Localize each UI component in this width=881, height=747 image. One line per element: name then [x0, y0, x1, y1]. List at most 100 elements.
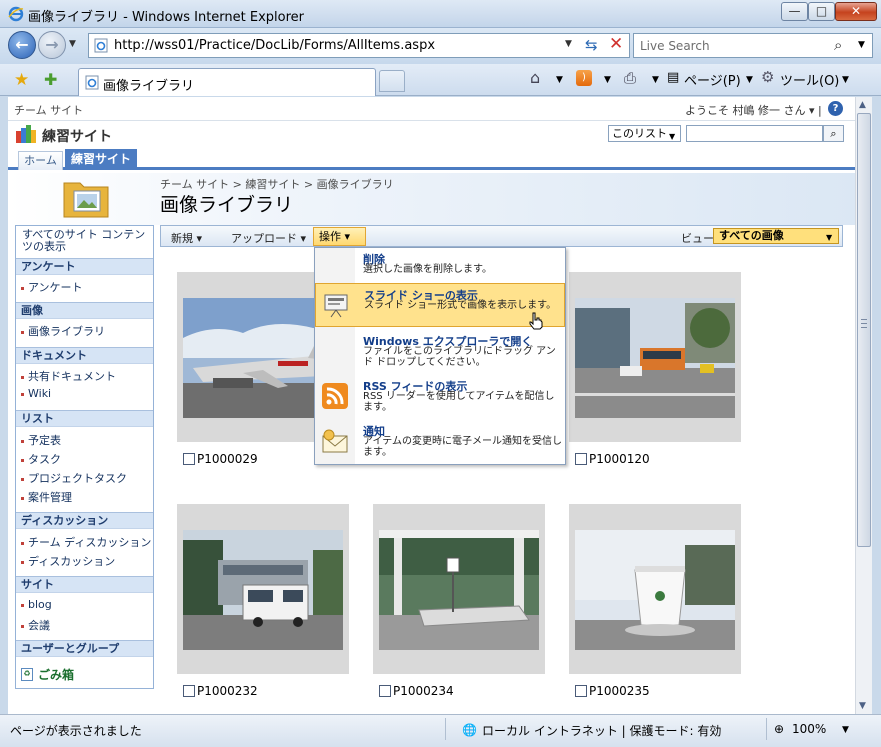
image-name[interactable]: P1000120 [589, 452, 650, 466]
favorites-star-icon[interactable]: ★ [14, 70, 29, 90]
image-item[interactable]: P1000232 [183, 684, 258, 698]
refresh-icon[interactable]: ⇆ [585, 36, 598, 54]
new-tab-button[interactable] [379, 70, 405, 92]
back-button[interactable]: ← [8, 31, 36, 59]
scroll-down-icon[interactable]: ▼ [859, 701, 866, 711]
image-name[interactable]: P1000029 [197, 452, 258, 466]
page-menu-icon[interactable]: ▤ [667, 70, 679, 85]
minimize-button[interactable]: — [781, 2, 808, 21]
select-checkbox[interactable] [575, 453, 587, 465]
recycle-bin-link[interactable]: ♻ ごみ箱 [21, 666, 74, 683]
nav-head-lists[interactable]: リスト [16, 410, 153, 427]
close-button[interactable]: ✕ [835, 2, 877, 21]
select-checkbox[interactable] [183, 685, 195, 697]
menu-item-alert-me[interactable]: 通知 アイテムの変更時に電子メール通知を受信します。 [315, 420, 565, 464]
printer-icon[interactable]: ⎙ [624, 69, 636, 87]
image-name[interactable]: P1000232 [197, 684, 258, 698]
page-menu-button[interactable]: ページ(P) [684, 70, 741, 89]
maximize-button[interactable]: □ [808, 2, 835, 21]
menu-item-open-in-explorer[interactable]: Windows エクスプローラで開く ファイルをこのライブラリにドラッグ アンド… [315, 330, 565, 374]
nav-head-discussions[interactable]: ディスカッション [16, 512, 153, 529]
rss-feed-icon[interactable]: ) [576, 70, 592, 86]
team-site-link[interactable]: チーム サイト [14, 102, 83, 118]
search-icon[interactable]: ⌕ [834, 36, 842, 54]
image-thumbnail[interactable] [569, 504, 741, 674]
tab-home[interactable]: ホーム [18, 151, 63, 170]
site-name[interactable]: 練習サイト [42, 126, 112, 146]
site-search-input[interactable] [686, 125, 823, 142]
security-zone[interactable]: ローカル イントラネット | 保護モード: 有効 [482, 722, 721, 739]
select-checkbox[interactable] [183, 453, 195, 465]
nav-head-documents[interactable]: ドキュメント [16, 347, 153, 364]
image-item[interactable]: P1000120 [575, 452, 650, 466]
recent-pages-dropdown-icon[interactable]: ▼ [69, 39, 76, 49]
image-thumbnail[interactable] [177, 504, 349, 674]
nav-item-blog[interactable]: blog [21, 598, 52, 611]
help-icon[interactable]: ? [828, 101, 843, 116]
zoom-dropdown-icon[interactable]: ▼ [842, 725, 849, 735]
arrow-left-icon: ← [15, 35, 29, 54]
gear-icon[interactable]: ⚙ [761, 68, 774, 86]
home-dropdown-icon[interactable]: ▼ [556, 75, 563, 85]
nav-item-team-discussion[interactable]: チーム ディスカッション [21, 534, 151, 550]
tab-practice-site[interactable]: 練習サイト [65, 149, 137, 170]
nav-head-sites[interactable]: サイト [16, 576, 153, 593]
nav-item-project-tasks[interactable]: プロジェクトタスク [21, 470, 127, 486]
image-thumbnail[interactable] [569, 272, 741, 442]
nav-item-shared-documents[interactable]: 共有ドキュメント [21, 368, 116, 384]
welcome-menu[interactable]: ようこそ 村嶋 修一 さん ▾ | [685, 102, 822, 118]
quick-launch: すべてのサイト コンテンツの表示 アンケート アンケート 画像 画像ライブラリ … [15, 225, 154, 689]
scrollbar-thumb[interactable] [857, 113, 871, 547]
tools-dropdown-icon[interactable]: ▼ [842, 75, 849, 85]
new-menu[interactable]: 新規 ▾ [171, 230, 202, 246]
home-icon[interactable]: ⌂ [530, 68, 540, 87]
image-name[interactable]: P1000234 [393, 684, 454, 698]
actions-menu[interactable]: 操作 ▾ [313, 227, 366, 246]
nav-item-projects[interactable]: 案件管理 [21, 489, 72, 505]
address-dropdown-icon[interactable]: ▼ [565, 39, 572, 49]
select-checkbox[interactable] [379, 685, 391, 697]
nav-head-people-and-groups[interactable]: ユーザーとグループ [16, 640, 153, 657]
nav-head-pictures[interactable]: 画像 [16, 302, 153, 319]
nav-item-label: タスク [28, 453, 61, 466]
nav-item-discussion[interactable]: ディスカッション [21, 553, 115, 569]
stop-icon[interactable]: ✕ [609, 34, 623, 54]
page-dropdown-icon[interactable]: ▼ [746, 75, 753, 85]
search-scope-select[interactable]: このリスト ▼ [608, 125, 681, 142]
nav-item-surveys[interactable]: アンケート [21, 279, 83, 295]
tools-menu-button[interactable]: ツール(O) [780, 70, 839, 89]
menu-item-description: RSS リーダーを使用してアイテムを配信します。 [363, 391, 555, 413]
image-thumbnail[interactable] [373, 504, 545, 674]
address-bar[interactable]: http://wss01/Practice/DocLib/Forms/AllIt… [88, 33, 630, 58]
nav-item-wiki[interactable]: Wiki [21, 387, 51, 400]
scroll-up-icon[interactable]: ▲ [859, 100, 866, 110]
url-text[interactable]: http://wss01/Practice/DocLib/Forms/AllIt… [114, 38, 435, 53]
nav-item-meetings[interactable]: 会議 [21, 617, 50, 633]
view-selector[interactable]: すべての画像 ▼ [713, 228, 839, 244]
nav-item-picture-library[interactable]: 画像ライブラリ [21, 323, 105, 339]
image-name[interactable]: P1000235 [589, 684, 650, 698]
search-box[interactable]: Live Search ⌕ ▼ [633, 33, 873, 58]
menu-item-slideshow[interactable]: スライド ショーの表示 スライド ショー形式で画像を表示します。 [315, 283, 565, 330]
feeds-dropdown-icon[interactable]: ▼ [604, 75, 611, 85]
tab-image-library[interactable]: 画像ライブラリ [78, 68, 376, 96]
search-scope-value: このリスト [612, 127, 667, 140]
page-title: 画像ライブラリ [160, 194, 294, 216]
nav-item-tasks[interactable]: タスク [21, 451, 61, 467]
upload-menu[interactable]: アップロード ▾ [231, 230, 306, 246]
site-search-button[interactable]: ⌕ [823, 125, 844, 142]
image-item[interactable]: P1000235 [575, 684, 650, 698]
print-dropdown-icon[interactable]: ▼ [652, 75, 659, 85]
add-favorite-icon[interactable]: ✚ [44, 70, 57, 89]
menu-item-view-rss[interactable]: RSS フィードの表示 RSS リーダーを使用してアイテムを配信します。 [315, 375, 565, 419]
image-item[interactable]: P1000029 [183, 452, 258, 466]
image-item[interactable]: P1000234 [379, 684, 454, 698]
search-options-dropdown-icon[interactable]: ▼ [858, 40, 865, 50]
vertical-scrollbar[interactable]: ▲ ▼ [855, 97, 872, 714]
forward-button[interactable]: → [38, 31, 66, 59]
nav-head-surveys[interactable]: アンケート [16, 258, 153, 275]
view-all-site-content-link[interactable]: すべてのサイト コンテンツの表示 [22, 229, 152, 253]
select-checkbox[interactable] [575, 685, 587, 697]
nav-item-calendar[interactable]: 予定表 [21, 432, 61, 448]
zoom-level[interactable]: 100% [792, 722, 826, 736]
